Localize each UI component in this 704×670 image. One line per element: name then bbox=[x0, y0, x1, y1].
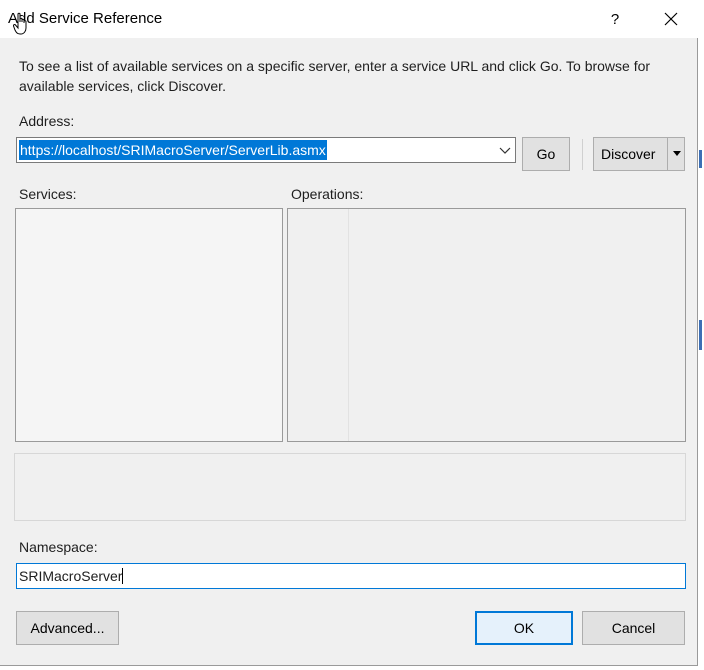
address-combobox[interactable]: https://localhost/SRIMacroServer/ServerL… bbox=[16, 137, 516, 163]
address-label: Address: bbox=[19, 113, 75, 129]
namespace-label: Namespace: bbox=[19, 539, 98, 555]
close-icon bbox=[664, 12, 678, 26]
instructions-text: To see a list of available services on a… bbox=[19, 58, 651, 94]
discover-button-label: Discover bbox=[601, 146, 656, 162]
toolbar-separator bbox=[582, 139, 583, 170]
services-label: Services: bbox=[19, 186, 77, 202]
dialog-title: Add Service Reference bbox=[8, 10, 163, 27]
hand-cursor-icon bbox=[13, 12, 27, 35]
help-button[interactable]: ? bbox=[600, 4, 630, 34]
status-panel bbox=[14, 453, 686, 521]
caret-down-icon bbox=[672, 151, 681, 156]
advanced-button[interactable]: Advanced... bbox=[16, 611, 119, 645]
advanced-button-label: Advanced... bbox=[30, 620, 105, 636]
add-service-reference-dialog: Add Service Reference ? To see a list of… bbox=[0, 0, 698, 666]
cancel-button[interactable]: Cancel bbox=[582, 611, 685, 645]
go-button-label: Go bbox=[536, 146, 556, 162]
address-value[interactable]: https://localhost/SRIMacroServer/ServerL… bbox=[19, 140, 327, 160]
namespace-input[interactable]: SRIMacroServer bbox=[16, 563, 686, 589]
text-caret bbox=[122, 568, 124, 584]
background-bottom-edge bbox=[0, 666, 704, 670]
title-bar[interactable]: Add Service Reference ? bbox=[0, 0, 698, 38]
cancel-button-label: Cancel bbox=[611, 620, 656, 636]
operations-list[interactable] bbox=[287, 208, 686, 442]
background-accent-mark bbox=[699, 150, 702, 168]
ok-button[interactable]: OK bbox=[475, 611, 573, 645]
discover-dropdown-button[interactable] bbox=[667, 137, 685, 171]
background-accent-mark bbox=[699, 320, 702, 350]
background-window-edge bbox=[698, 0, 704, 670]
services-tree[interactable] bbox=[15, 208, 283, 442]
chevron-down-icon[interactable] bbox=[499, 144, 511, 156]
namespace-value: SRIMacroServer bbox=[19, 568, 123, 584]
ok-button-label: OK bbox=[513, 620, 535, 636]
go-button[interactable]: Go bbox=[522, 137, 570, 171]
close-button[interactable] bbox=[656, 4, 686, 34]
operations-label: Operations: bbox=[291, 186, 364, 202]
operations-column-divider bbox=[348, 209, 349, 441]
